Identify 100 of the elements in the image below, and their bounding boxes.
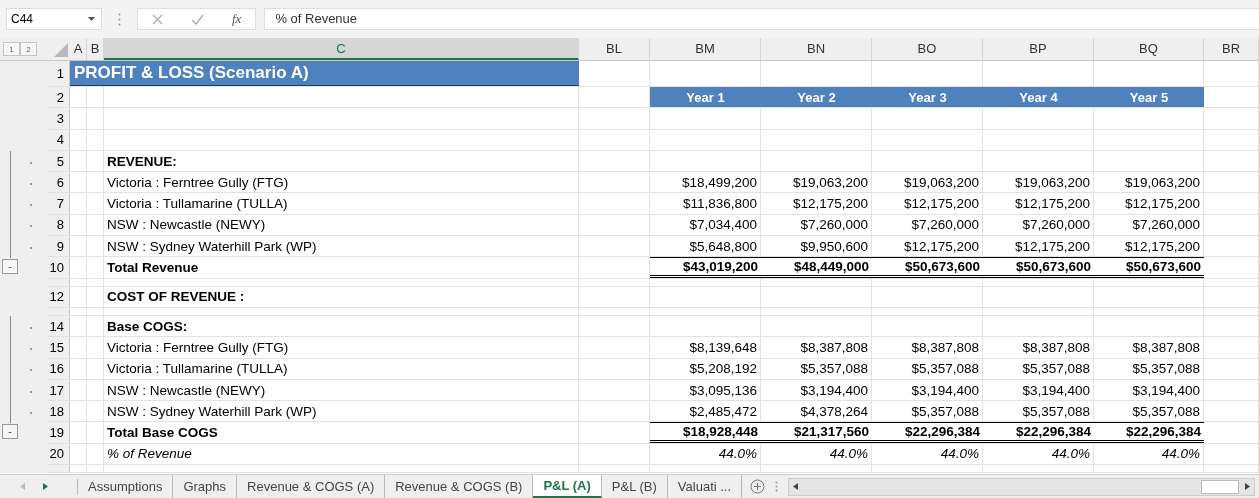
check-icon[interactable] [191,13,204,25]
value-cell: 44.0% [983,443,1094,465]
row-header[interactable] [48,307,70,315]
select-all-icon[interactable] [54,43,68,57]
row-label: % of Revenue [107,446,192,462]
row-label: COST OF REVENUE : [107,289,245,305]
scroll-thumb[interactable] [1201,479,1239,494]
value-cell: $19,063,200 [983,172,1094,193]
row-header[interactable]: 12 [48,286,70,307]
value-cell: $5,357,088 [983,358,1094,379]
collapse-button[interactable]: - [2,424,18,440]
value-cell: 44.0% [761,443,872,465]
sheet-tab[interactable]: P&L (A) [533,475,602,498]
column-header[interactable]: BN [761,38,872,60]
value-cell: $19,063,200 [1094,172,1204,193]
value-cell: $5,357,088 [761,358,872,379]
row-header[interactable]: 15 [48,337,70,358]
row-header[interactable]: 18 [48,401,70,422]
row-label: NSW : Newcastle (NEWY) [107,217,266,233]
year-header: Year 5 [1094,87,1204,108]
value-cell: $3,095,136 [650,379,761,401]
value-cell: $18,499,200 [650,172,761,193]
value-cell: $8,387,808 [1094,337,1204,358]
row-header[interactable]: 6 [48,172,70,193]
name-box[interactable]: C44 [6,8,102,30]
row-label: Total Base COGS [107,425,218,441]
year-header: Year 1 [650,87,761,108]
row-label: Victoria : Ferntree Gully (FTG) [107,174,289,190]
row-header[interactable]: 2 [48,87,70,108]
sheet-tab[interactable]: P&L (B) [601,475,668,498]
year-header: Year 4 [983,87,1094,108]
value-cell: $5,357,088 [1094,358,1204,379]
column-header[interactable]: BR [1204,38,1259,60]
row-label: REVENUE: [107,153,177,169]
next-sheet-icon[interactable] [43,483,48,490]
column-header[interactable]: BQ [1094,38,1204,60]
value-cell: $12,175,200 [1094,236,1204,257]
value-cell: $8,387,808 [872,337,983,358]
row-header[interactable] [48,465,70,473]
column-header[interactable]: BL [579,38,650,60]
previous-sheet-icon[interactable] [20,483,25,490]
sheet-tab[interactable]: Graphs [173,475,238,498]
outline-level-button[interactable]: 1 [3,42,20,56]
row-header[interactable]: 16 [48,358,70,379]
row-label: NSW : Sydney Waterhill Park (WP) [107,238,317,254]
value-cell: 44.0% [650,443,761,465]
value-cell: 44.0% [1094,443,1204,465]
value-cell: 44.0% [872,443,983,465]
value-cell: $8,387,808 [761,337,872,358]
value-cell: $5,208,192 [650,358,761,379]
cancel-icon[interactable] [152,13,163,25]
value-cell: $5,357,088 [1094,401,1204,422]
dropdown-icon [88,17,95,21]
formula-input[interactable]: % of Revenue [264,8,1259,30]
value-cell: $12,175,200 [872,193,983,214]
sheet-tab[interactable]: Valuati ... [667,475,743,498]
value-cell: $21,317,560 [761,422,872,443]
row-header[interactable]: 1 [48,61,70,86]
value-cell: $7,260,000 [983,214,1094,236]
value-cell: $43,019,200 [650,257,761,278]
row-label: Victoria : Tullamarine (TULLA) [107,361,288,377]
column-header[interactable]: C [104,38,579,60]
row-header[interactable]: 17 [48,379,70,401]
row-header[interactable]: 8 [48,214,70,236]
insert-function-button[interactable]: fx [232,11,242,27]
sheet-tab[interactable]: Assumptions [78,475,174,498]
column-header[interactable]: BM [650,38,761,60]
row-header[interactable]: 19 [48,422,70,443]
value-cell: $5,357,088 [872,358,983,379]
row-header[interactable]: 10 [48,257,70,278]
column-header[interactable]: A [70,38,87,60]
column-header[interactable]: BP [983,38,1094,60]
sheet-title: PROFIT & LOSS (Scenario A) [74,63,309,83]
grip-icon [775,481,779,492]
value-cell: $48,449,000 [761,257,872,278]
scroll-left-icon[interactable] [793,483,799,490]
row-header[interactable]: 14 [48,315,70,337]
column-header[interactable]: BO [872,38,983,60]
value-cell: $12,175,200 [1094,193,1204,214]
value-cell: $8,139,648 [650,337,761,358]
sheet-tab[interactable]: Revenue & COGS (A) [237,475,386,498]
value-cell: $7,034,400 [650,214,761,236]
collapse-button[interactable]: - [2,259,18,275]
row-header[interactable]: 7 [48,193,70,214]
value-cell: $22,296,384 [1094,422,1204,443]
scroll-right-icon[interactable] [1245,483,1250,490]
row-header[interactable] [48,278,70,286]
row-header[interactable]: 5 [48,150,70,172]
horizontal-scrollbar[interactable] [788,477,1255,496]
row-header[interactable]: 4 [48,129,70,150]
value-cell: $11,836,800 [650,193,761,214]
value-cell: $7,260,000 [1094,214,1204,236]
row-header[interactable]: 3 [48,108,70,129]
add-sheet-icon[interactable] [750,479,766,494]
value-cell: $50,673,600 [1094,257,1204,278]
row-header[interactable]: 20 [48,443,70,465]
outline-level-button[interactable]: 2 [20,42,37,56]
value-cell: $3,194,400 [872,379,983,401]
row-header[interactable]: 9 [48,236,70,257]
value-cell: $18,928,448 [650,422,761,443]
